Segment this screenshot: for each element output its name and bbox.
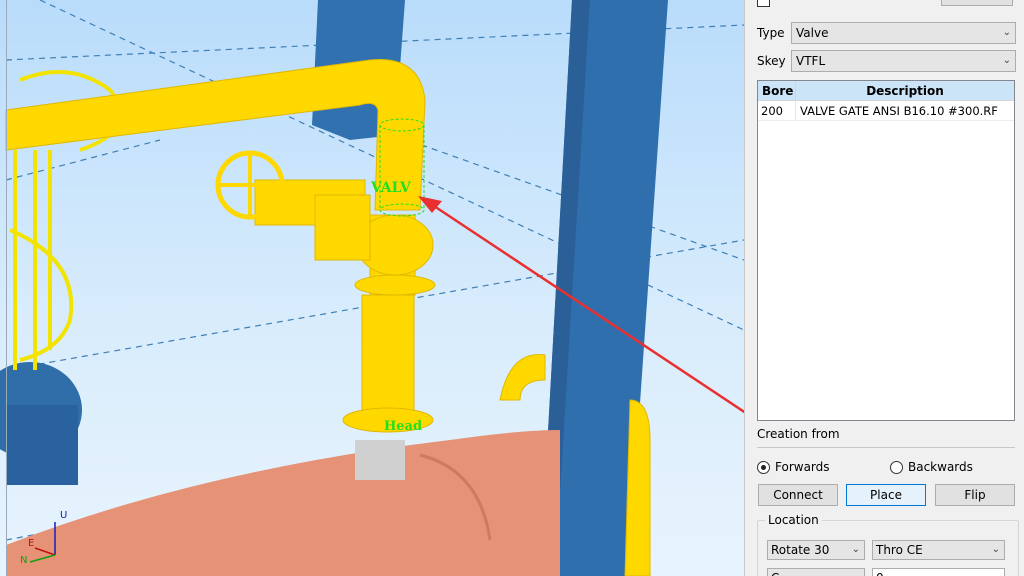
list-header: Bore Description (758, 81, 1014, 101)
chevron-down-icon: ⌄ (991, 544, 1000, 555)
top-button[interactable] (941, 0, 1013, 6)
connect-button[interactable]: Connect (758, 484, 838, 506)
panel-top-strip (745, 0, 1024, 14)
skey-select[interactable]: VTFL ⌄ (791, 50, 1016, 72)
rotate-select-value: Rotate 30 (771, 543, 830, 557)
pointer-arrowhead (418, 196, 442, 213)
divider (757, 447, 1015, 448)
row-bore: 200 (758, 101, 796, 120)
backwards-label: Backwards (908, 460, 973, 474)
chevron-down-icon: ⌄ (1002, 27, 1011, 38)
forwards-label: Forwards (775, 460, 830, 474)
radio-unselected-icon (890, 460, 903, 474)
chevron-down-icon: ⌄ (851, 544, 860, 555)
partial-select-value: C (771, 571, 779, 576)
column-header-description[interactable]: Description (796, 81, 1014, 100)
partial-select[interactable]: C (767, 568, 865, 576)
thro-select[interactable]: Thro CE ⌄ (872, 540, 1005, 560)
top-checkbox[interactable] (757, 0, 770, 7)
partial-input-value: 0 (876, 571, 884, 576)
create-component-panel: Type Valve ⌄ Skey VTFL ⌄ Bore Descriptio… (744, 0, 1024, 576)
vessel-body (6, 430, 560, 576)
model-scene: VALV Head U E N (0, 0, 744, 576)
nozzle (355, 440, 405, 480)
axis-u-label: U (60, 510, 67, 521)
forwards-radio[interactable]: Forwards (757, 460, 830, 474)
axis-e-label: E (28, 538, 34, 549)
axis-n-label: N (20, 555, 27, 566)
column-header-bore[interactable]: Bore (758, 81, 796, 100)
flip-button[interactable]: Flip (935, 484, 1015, 506)
type-select[interactable]: Valve ⌄ (791, 22, 1016, 44)
rotate-select[interactable]: Rotate 30 ⌄ (767, 540, 865, 560)
skey-select-value: VTFL (796, 54, 826, 68)
valve-label: VALV (370, 180, 412, 196)
partial-input[interactable]: 0 (872, 568, 1005, 576)
backwards-radio[interactable]: Backwards (890, 460, 973, 474)
type-select-value: Valve (796, 26, 829, 40)
3d-viewport[interactable]: VALV Head U E N (0, 0, 744, 576)
table-row[interactable]: 200 VALVE GATE ANSI B16.10 #300.RF (758, 101, 1014, 121)
tank-body (6, 405, 78, 485)
head-label: Head (384, 419, 422, 434)
component-list[interactable]: Bore Description 200 VALVE GATE ANSI B16… (757, 80, 1015, 421)
location-label: Location (765, 513, 822, 527)
thro-select-value: Thro CE (876, 543, 923, 557)
creation-from-label: Creation from (757, 427, 840, 441)
viewport-edge (6, 0, 7, 576)
radio-selected-icon (757, 460, 770, 474)
chevron-down-icon: ⌄ (1002, 55, 1011, 66)
row-description: VALVE GATE ANSI B16.10 #300.RF (800, 104, 998, 118)
place-button[interactable]: Place (846, 484, 926, 506)
type-label: Type (757, 26, 785, 40)
skey-label: Skey (757, 54, 786, 68)
